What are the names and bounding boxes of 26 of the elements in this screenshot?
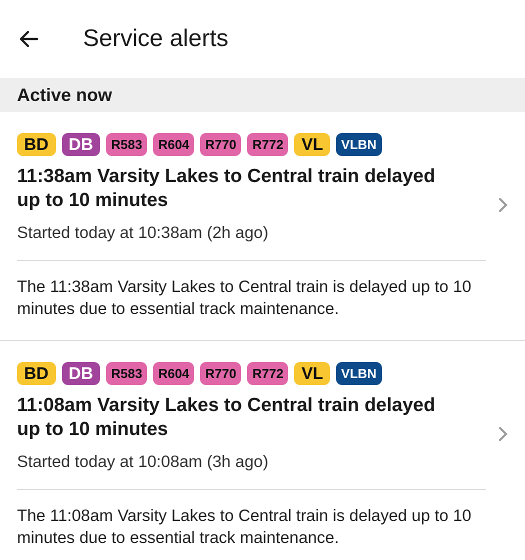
section-header: Active now [0, 78, 525, 112]
chevron-right-icon [498, 426, 508, 442]
route-badge: VLBN [336, 133, 382, 156]
page-title: Service alerts [83, 24, 228, 54]
route-badge: VL [294, 133, 330, 156]
route-badge: VLBN [336, 362, 382, 385]
chevron-right-icon [498, 197, 508, 214]
route-badge: R772 [247, 133, 288, 156]
route-badge: R583 [106, 362, 148, 385]
alert-description: The 11:08am Varsity Lakes to Central train is delayed up to 10 minutes due to essential track maintenance. [17, 506, 472, 548]
alert-title: 11:08am Varsity Lakes to Central train delayed up to 10 minutes [17, 394, 436, 442]
alert-title: 11:38am Varsity Lakes to Central train delayed up to 10 minutes [17, 165, 436, 213]
route-badge: R604 [153, 362, 194, 385]
route-badge: DB [62, 362, 100, 385]
route-badge: R770 [200, 362, 242, 385]
route-badge: R583 [106, 133, 148, 156]
route-badge: VL [294, 362, 330, 385]
alert-start-time: Started today at 10:08am (3h ago) [17, 452, 270, 473]
alert-start-time: Started today at 10:38am (2h ago) [17, 223, 270, 244]
route-badge: BD [17, 133, 56, 156]
route-badge: BD [17, 362, 56, 385]
route-badge: DB [62, 133, 100, 156]
route-badge: R604 [153, 133, 194, 156]
route-badge: R770 [200, 133, 242, 156]
alert-description: The 11:38am Varsity Lakes to Central train is delayed up to 10 minutes due to essential track maintenance. [17, 276, 472, 320]
route-badge: R772 [247, 362, 288, 385]
